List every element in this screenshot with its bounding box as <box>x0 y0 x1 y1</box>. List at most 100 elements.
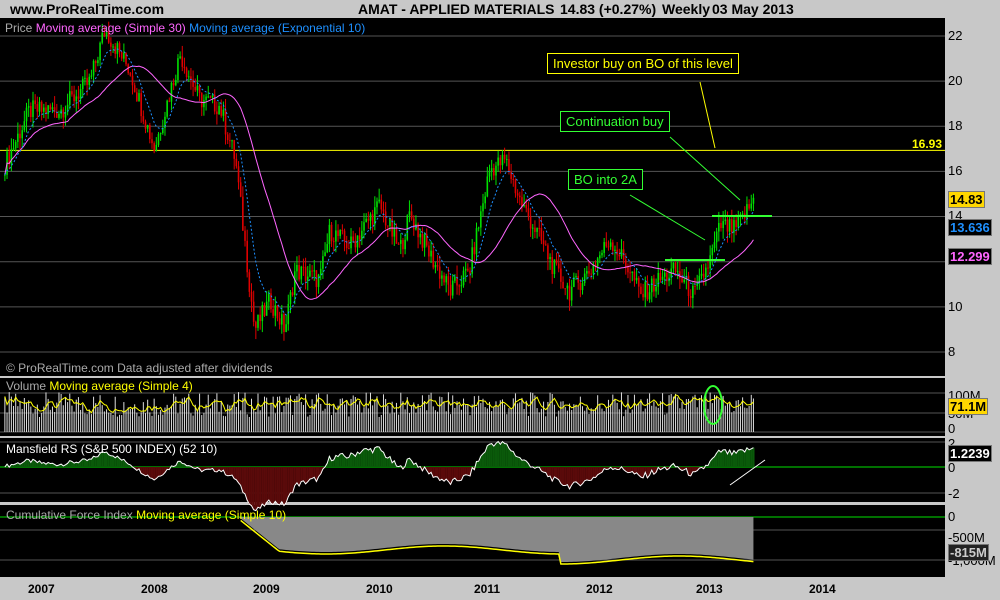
candle-body <box>138 93 140 101</box>
candle-body <box>71 91 73 95</box>
candle-body <box>387 225 389 227</box>
candle-body <box>32 100 34 118</box>
candle-body <box>715 231 718 243</box>
candle-body <box>518 195 521 198</box>
candle-body <box>38 101 41 112</box>
candle-body <box>551 256 554 275</box>
candle-body <box>367 218 370 221</box>
candle-body <box>190 76 192 80</box>
candle-body <box>110 42 112 47</box>
price-axis-tick: 18 <box>948 118 963 133</box>
candle-body <box>361 230 363 240</box>
candle-body <box>268 293 270 302</box>
candle-body <box>501 154 504 166</box>
candle-body <box>317 274 320 287</box>
candle-body <box>84 77 86 79</box>
candle-body <box>4 174 6 176</box>
x-axis-year: 2010 <box>366 582 393 596</box>
candle-body <box>313 270 316 272</box>
candle-body <box>395 228 398 244</box>
candle-body <box>538 227 541 229</box>
candle-body <box>733 220 735 233</box>
candle-body <box>146 125 149 129</box>
candle-body <box>118 43 121 52</box>
candle-body <box>343 230 346 241</box>
candle-body <box>700 273 703 276</box>
candle-body <box>192 79 194 87</box>
candle-body <box>544 244 547 246</box>
candle-body <box>261 305 264 322</box>
sma-value-tag: 12.299 <box>948 248 992 265</box>
candle-body <box>196 85 199 91</box>
candle-body <box>603 242 605 253</box>
candle-body <box>720 222 722 229</box>
candle-body <box>203 100 205 108</box>
candle-body <box>724 219 727 222</box>
candle-body <box>633 271 636 281</box>
candle-body <box>737 217 740 228</box>
candle-body <box>425 234 428 246</box>
candle-body <box>246 240 248 273</box>
candle-body <box>434 265 437 268</box>
candle-body <box>43 107 45 112</box>
sma-legend: Moving average (Simple 30) <box>35 21 186 35</box>
candle-body <box>153 143 155 152</box>
candle-body <box>428 245 430 257</box>
candle-body <box>449 284 452 296</box>
candle-body <box>527 208 530 217</box>
x-axis-year: 2008 <box>141 582 168 596</box>
candle-body <box>692 285 694 298</box>
candle-body <box>410 211 413 219</box>
x-axis-year: 2012 <box>586 582 613 596</box>
candle-body <box>549 256 551 260</box>
price-label: Price <box>5 21 33 35</box>
candle-body <box>140 93 142 117</box>
candle-body <box>179 56 181 59</box>
candle-body <box>467 268 469 271</box>
candle-body <box>274 305 277 316</box>
candle-body <box>97 60 99 64</box>
cfi-last-tag: -815M <box>948 544 989 561</box>
chart-window: www.ProRealTime.com AMAT - APPLIED MATER… <box>0 0 1000 600</box>
candle-body <box>298 264 300 280</box>
candle-body <box>90 75 93 77</box>
candle-body <box>27 106 30 108</box>
candle-body <box>166 100 168 117</box>
candle-body <box>216 111 218 115</box>
candle-body <box>588 271 590 274</box>
candle-body <box>17 133 19 142</box>
candle-body <box>58 113 60 118</box>
candle-body <box>283 314 285 333</box>
candle-body <box>514 179 517 194</box>
candle-body <box>618 254 621 257</box>
candle-body <box>635 277 638 281</box>
candle-body <box>601 252 603 256</box>
candle-body <box>155 144 158 152</box>
candle-body <box>123 52 125 59</box>
candle-body <box>21 130 23 139</box>
candle-body <box>382 209 385 212</box>
candle-body <box>226 134 229 141</box>
candle-body <box>259 314 261 322</box>
candle-body <box>172 82 175 86</box>
price-axis-tick: 8 <box>948 344 956 359</box>
candle-body <box>187 76 190 78</box>
candle-body <box>207 96 210 98</box>
candle-body <box>233 140 236 159</box>
candle-body <box>352 236 354 241</box>
candle-body <box>328 224 331 245</box>
candle-body <box>371 214 374 225</box>
candle-body <box>326 244 329 253</box>
candle-body <box>389 218 391 227</box>
ema-value-tag: 13.636 <box>948 219 992 236</box>
candle-body <box>555 259 558 264</box>
candle-body <box>536 227 538 232</box>
candle-body <box>709 255 711 269</box>
candle-body <box>272 309 274 316</box>
candle-body <box>477 227 480 229</box>
candle-body <box>23 121 26 131</box>
candle-body <box>525 204 528 209</box>
candle-body <box>542 240 545 245</box>
candle-body <box>707 267 709 269</box>
x-axis-year: 2011 <box>474 582 501 596</box>
